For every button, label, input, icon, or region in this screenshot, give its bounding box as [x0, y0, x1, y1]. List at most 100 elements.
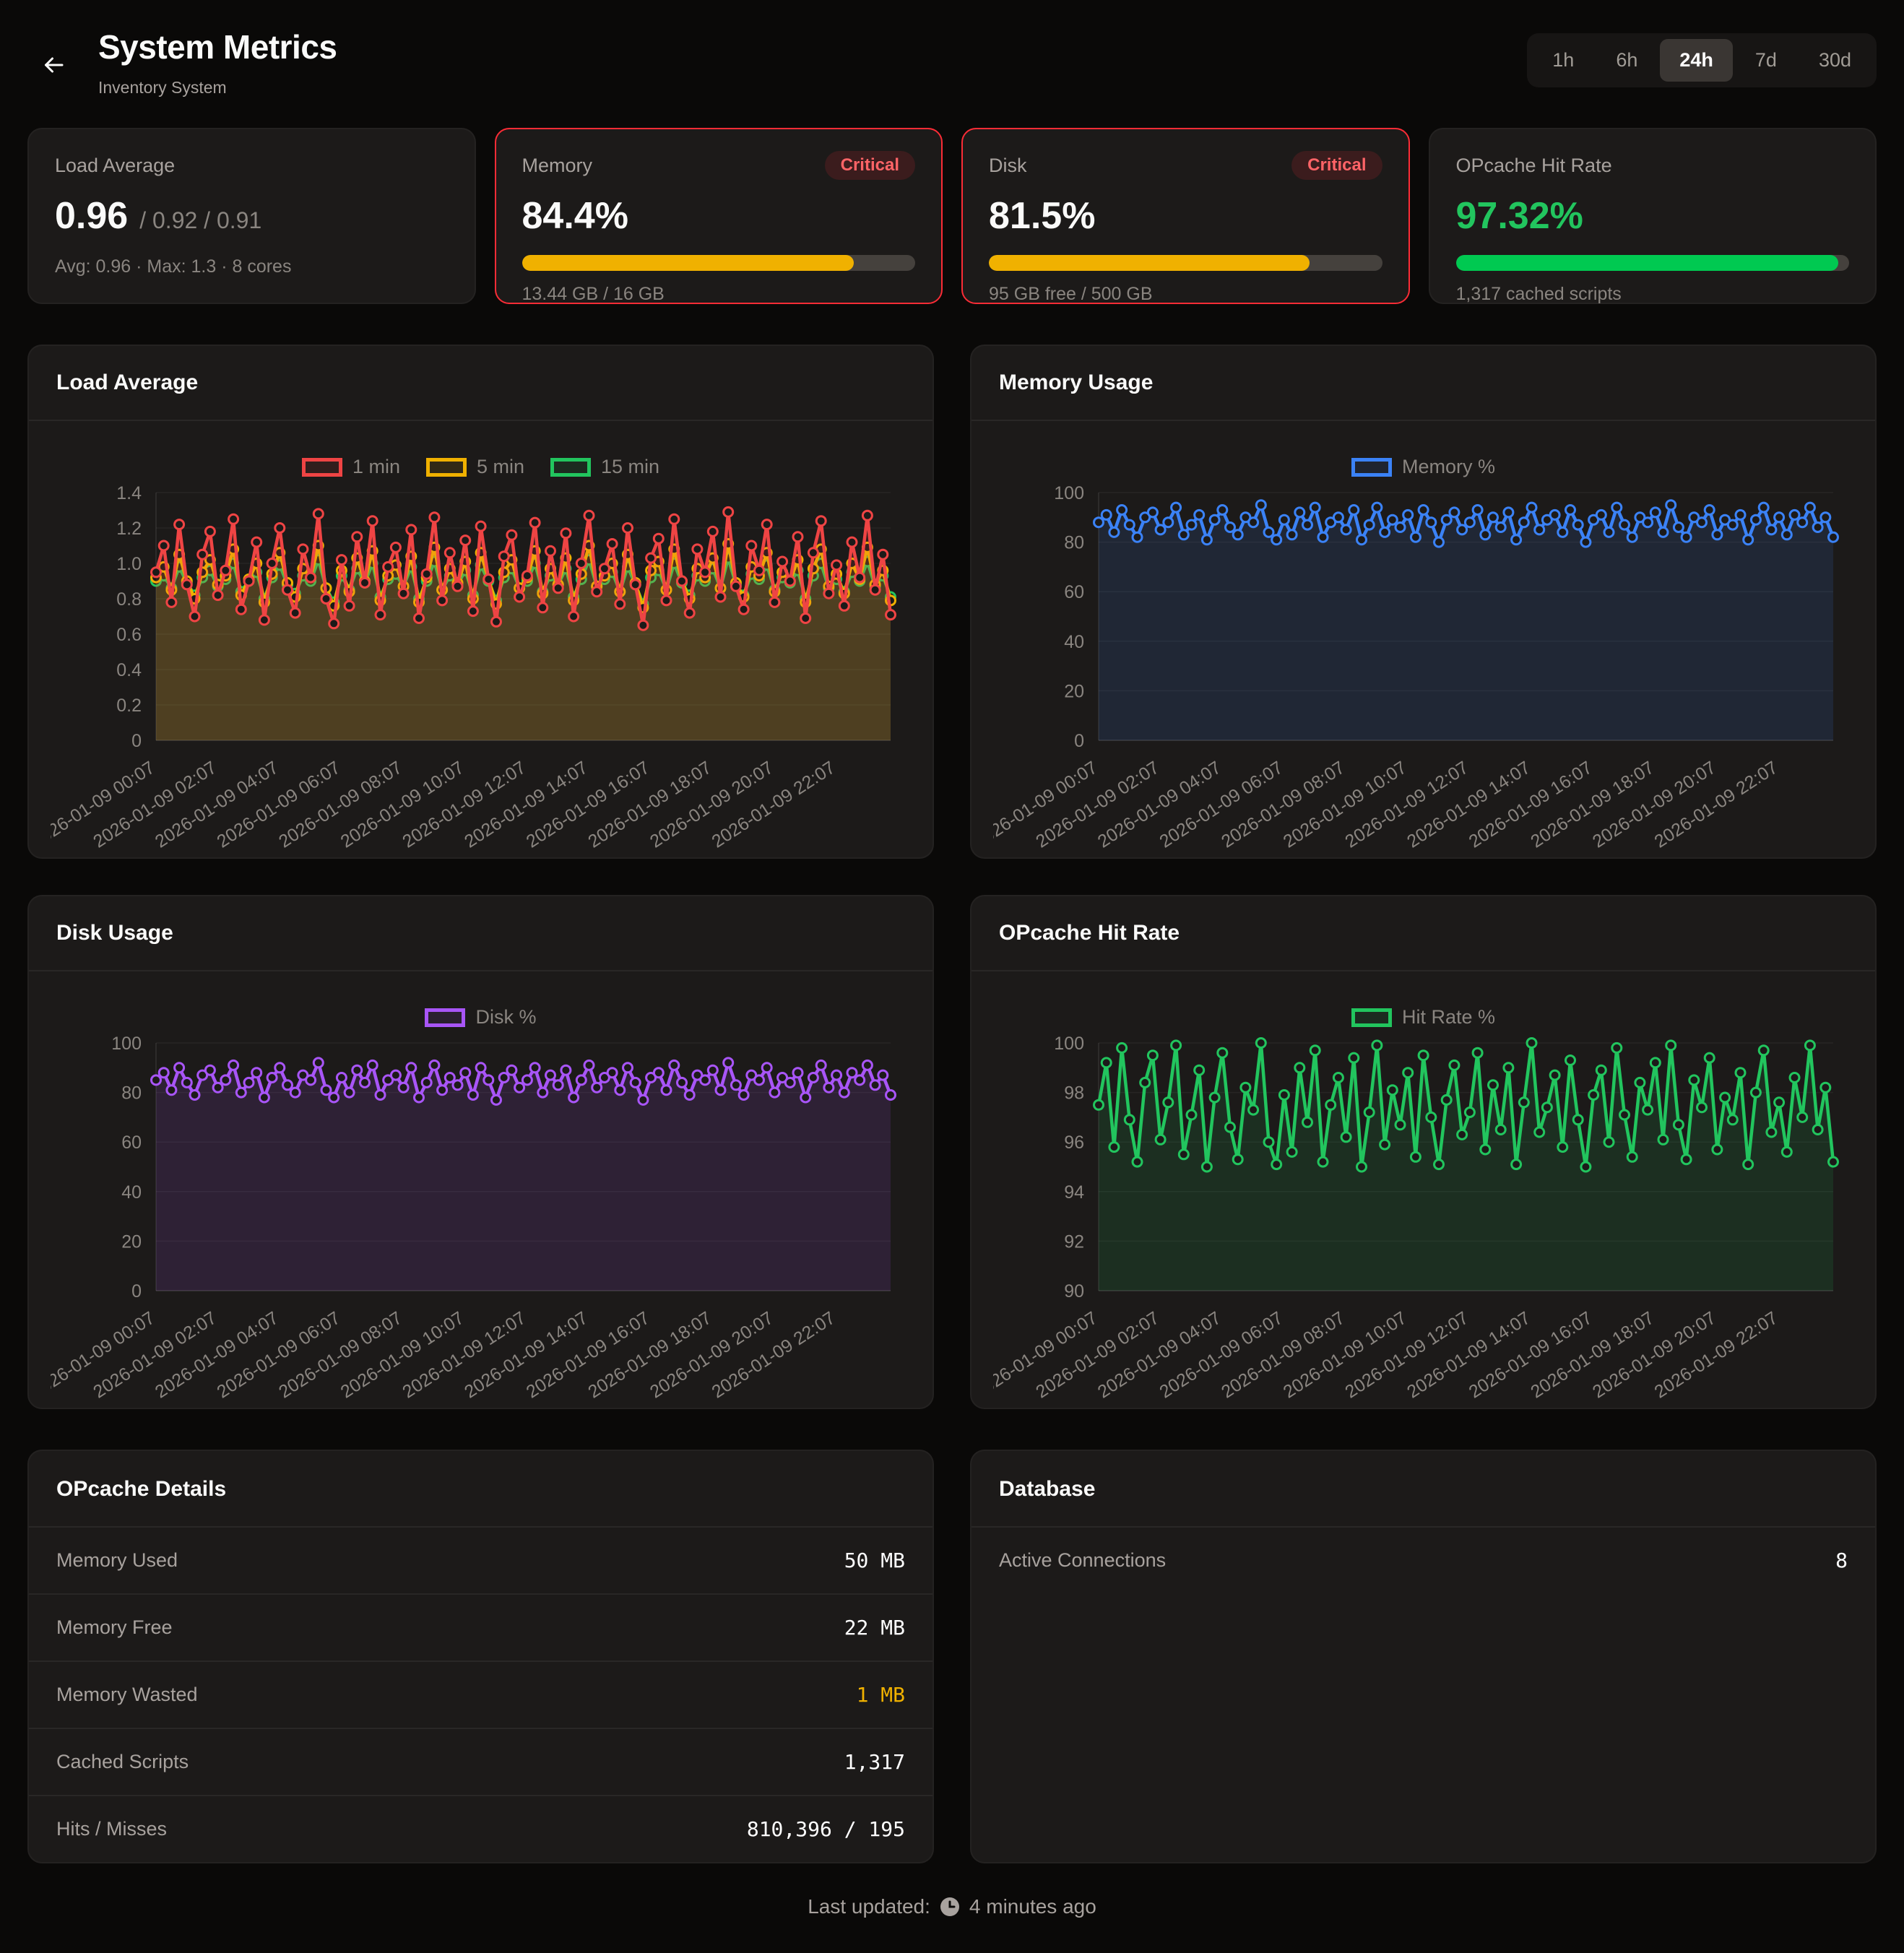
memory-subtext: 13.44 GB / 16 GB — [522, 284, 916, 305]
svg-text:90: 90 — [1064, 1281, 1084, 1302]
memory-value: 84.4% — [522, 194, 628, 238]
card-title: Database — [999, 1477, 1848, 1502]
svg-text:0: 0 — [131, 731, 142, 751]
time-range-group: 1h6h24h7d30d — [1527, 33, 1877, 87]
last-updated: Last updated: 4 minutes ago — [27, 1895, 1877, 1918]
detail-row-value: 1,317 — [844, 1750, 905, 1774]
chart-title: Disk Usage — [56, 921, 905, 945]
detail-row: Memory Used 50 MB — [29, 1526, 932, 1593]
legend-swatch — [425, 1008, 465, 1027]
legend-item-15-min[interactable]: 15 min — [550, 456, 659, 478]
back-button[interactable] — [33, 45, 74, 87]
detail-row: Memory Wasted 1 MB — [29, 1660, 932, 1728]
detail-row-value: 1 MB — [857, 1683, 905, 1707]
chart-title: OPcache Hit Rate — [999, 921, 1848, 945]
detail-row-label: Active Connections — [999, 1549, 1166, 1572]
opcache-hit-rate-value: 97.32% — [1456, 194, 1583, 238]
legend-swatch — [426, 458, 467, 477]
legend-item-memory-[interactable]: Memory % — [1351, 456, 1495, 478]
load-average-subtext: Avg: 0.96 · Max: 1.3 · 8 cores — [55, 256, 449, 277]
load-average-suffix: / 0.92 / 0.91 — [139, 207, 261, 234]
status-badge-critical: Critical — [1291, 151, 1382, 180]
svg-text:96: 96 — [1064, 1133, 1084, 1153]
stat-cards-row: Load Average 0.96 / 0.92 / 0.91 Avg: 0.9… — [27, 128, 1877, 304]
legend-label: Memory % — [1402, 456, 1495, 478]
disk-subtext: 95 GB free / 500 GB — [989, 284, 1382, 305]
legend-label: 5 min — [477, 456, 524, 478]
load-average-chart: 00.20.40.60.81.01.21.42026-01-09 00:0720… — [51, 482, 911, 849]
svg-text:92: 92 — [1064, 1231, 1084, 1252]
stat-card-load-average: Load Average 0.96 / 0.92 / 0.91 Avg: 0.9… — [27, 128, 476, 304]
svg-text:98: 98 — [1064, 1083, 1084, 1104]
detail-row: Hits / Misses 810,396 / 195 — [29, 1795, 932, 1862]
opcache-progress-track — [1456, 255, 1850, 271]
database-card: Database Active Connections 8 — [970, 1450, 1877, 1863]
time-range-button-1h[interactable]: 1h — [1533, 39, 1593, 82]
legend-swatch — [550, 458, 591, 477]
time-range-button-7d[interactable]: 7d — [1736, 39, 1796, 82]
page-subtitle: Inventory System — [98, 78, 337, 98]
chart-legend: Disk % — [51, 1006, 911, 1029]
disk-progress-track — [989, 255, 1382, 271]
legend-label: 15 min — [601, 456, 659, 478]
legend-item-hit-rate-[interactable]: Hit Rate % — [1351, 1006, 1495, 1029]
last-updated-time: 4 minutes ago — [969, 1895, 1096, 1918]
stat-title: Disk — [989, 155, 1027, 177]
svg-text:0.6: 0.6 — [116, 625, 142, 645]
arrow-left-icon — [40, 52, 66, 78]
detail-row-value: 50 MB — [844, 1549, 905, 1572]
legend-swatch — [1351, 458, 1392, 477]
detail-row-label: Memory Used — [56, 1549, 178, 1572]
chart-legend: Hit Rate % — [993, 1006, 1853, 1029]
stat-title: Load Average — [55, 155, 175, 177]
chart-legend: 1 min 5 min 15 min — [51, 456, 911, 478]
opcache-progress-fill — [1456, 255, 1839, 271]
svg-text:1.4: 1.4 — [116, 483, 142, 503]
svg-text:100: 100 — [111, 1034, 142, 1054]
chart-card-opcache-hit-rate: OPcache Hit Rate Hit Rate % 909294969810… — [970, 895, 1877, 1409]
detail-row-label: Memory Wasted — [56, 1684, 198, 1706]
legend-item-5-min[interactable]: 5 min — [426, 456, 524, 478]
svg-text:40: 40 — [1064, 632, 1084, 652]
opcache-hit-rate-chart: 90929496981002026-01-09 00:072026-01-09 … — [993, 1033, 1853, 1399]
detail-row-label: Memory Free — [56, 1616, 173, 1639]
memory-progress-fill — [522, 255, 854, 271]
legend-swatch — [302, 458, 342, 477]
disk-usage-chart: 0204060801002026-01-09 00:072026-01-09 0… — [51, 1033, 911, 1399]
clock-icon — [939, 1896, 961, 1918]
last-updated-prefix: Last updated: — [808, 1895, 930, 1918]
charts-grid: Load Average 1 min5 min15 min 00.20.40.6… — [27, 345, 1877, 1409]
svg-text:0.2: 0.2 — [116, 696, 142, 716]
legend-item-1-min[interactable]: 1 min — [302, 456, 400, 478]
legend-swatch — [1351, 1008, 1392, 1027]
detail-row-value: 8 — [1835, 1549, 1848, 1572]
memory-usage-chart: 0204060801002026-01-09 00:072026-01-09 0… — [993, 482, 1853, 849]
disk-progress-fill — [989, 255, 1310, 271]
svg-text:1.0: 1.0 — [116, 554, 142, 574]
svg-text:80: 80 — [1064, 533, 1084, 553]
stat-title: OPcache Hit Rate — [1456, 155, 1612, 177]
opcache-details-rows: Memory Used50 MBMemory Free22 MBMemory W… — [29, 1526, 932, 1862]
page-header: System Metrics Inventory System 1h6h24h7… — [27, 22, 1877, 98]
memory-progress-track — [522, 255, 916, 271]
svg-text:0: 0 — [131, 1281, 142, 1302]
chart-card-memory-usage: Memory Usage Memory % 0204060801002026-0… — [970, 345, 1877, 859]
legend-item-disk-[interactable]: Disk % — [425, 1006, 536, 1029]
chart-title: Load Average — [56, 371, 905, 395]
time-range-button-24h[interactable]: 24h — [1660, 39, 1733, 82]
svg-text:20: 20 — [121, 1231, 142, 1252]
detail-cards-row: OPcache Details Memory Used50 MBMemory F… — [27, 1450, 1877, 1863]
legend-label: Disk % — [475, 1006, 536, 1029]
time-range-button-6h[interactable]: 6h — [1596, 39, 1657, 82]
opcache-details-card: OPcache Details Memory Used50 MBMemory F… — [27, 1450, 934, 1863]
stat-card-memory: Memory Critical 84.4% 13.44 GB / 16 GB — [495, 128, 943, 304]
svg-text:60: 60 — [121, 1133, 142, 1153]
time-range-button-30d[interactable]: 30d — [1799, 39, 1871, 82]
database-rows: Active Connections 8 — [972, 1526, 1875, 1593]
chart-card-disk-usage: Disk Usage Disk % 0204060801002026-01-09… — [27, 895, 934, 1409]
detail-row-label: Hits / Misses — [56, 1818, 167, 1840]
stat-card-opcache-hit-rate: OPcache Hit Rate 97.32% 1,317 cached scr… — [1429, 128, 1877, 304]
detail-row-value: 810,396 / 195 — [747, 1817, 905, 1841]
legend-label: 1 min — [352, 456, 400, 478]
load-average-value: 0.96 — [55, 194, 128, 238]
